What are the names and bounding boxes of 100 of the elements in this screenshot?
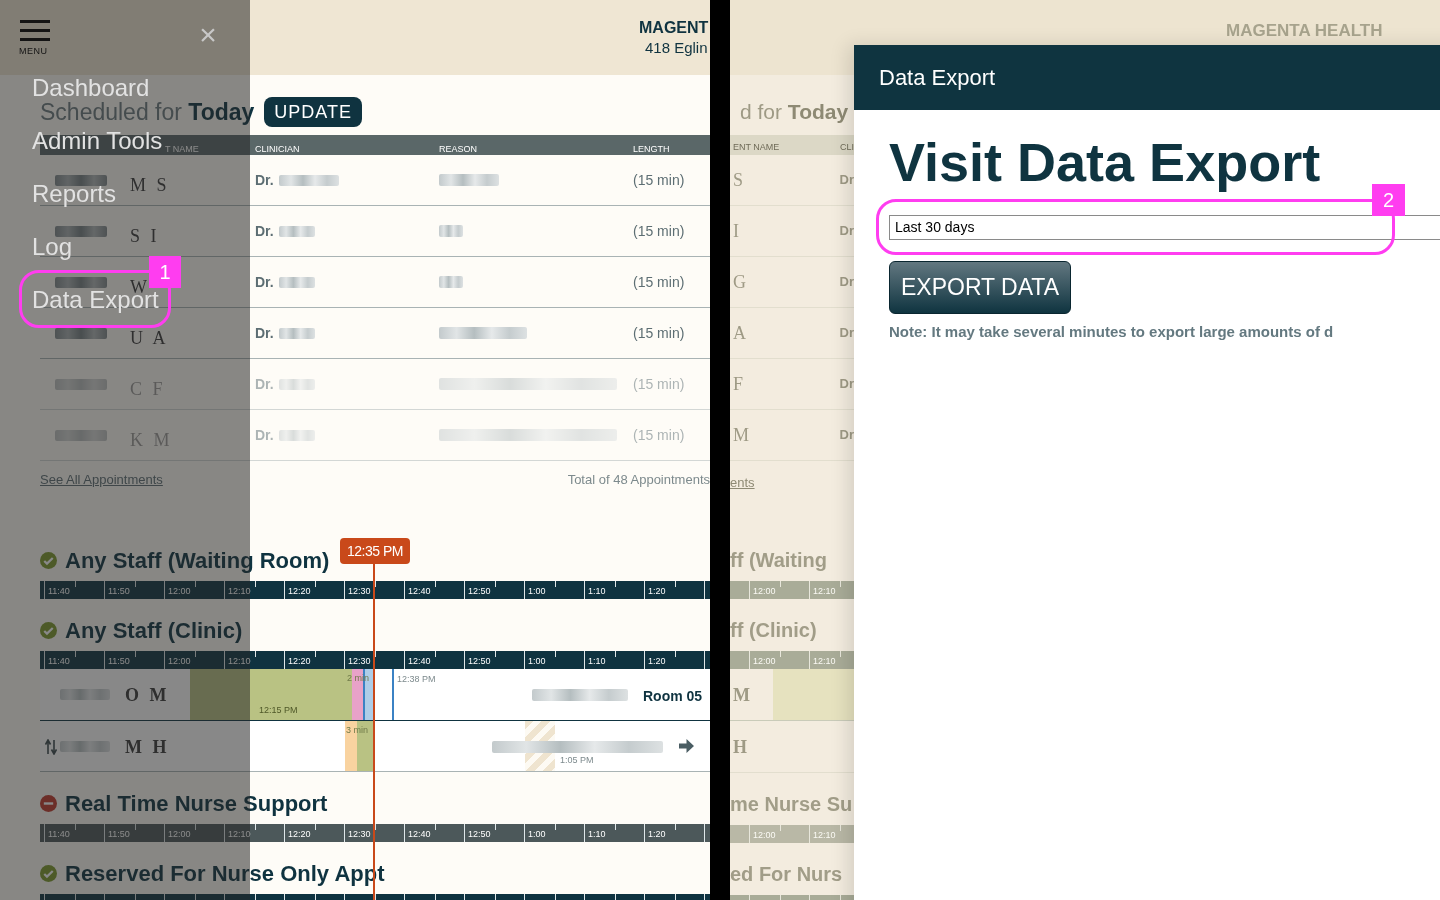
- step-badge: 2: [1372, 184, 1405, 216]
- arrow-right-icon[interactable]: [679, 739, 694, 753]
- clinician-name: Dr: [839, 171, 854, 190]
- clinic-name: MAGENT: [639, 18, 709, 38]
- patient-initials: S: [733, 169, 743, 190]
- clinician-name: Dr.: [255, 374, 274, 394]
- patient-initials: G: [733, 271, 746, 292]
- clinician-name: Dr.: [255, 323, 274, 343]
- time-tick: 1:00: [528, 586, 546, 596]
- blurred-text: [278, 225, 315, 237]
- blurred-text: [55, 174, 107, 186]
- time-tick: 11:40: [48, 656, 70, 666]
- menu-icon[interactable]: [20, 20, 50, 42]
- time-tick: 12:10: [228, 586, 251, 596]
- blurred-text: [55, 225, 107, 237]
- time-tick: 12:10: [228, 829, 251, 839]
- time-tick: 11:50: [108, 829, 130, 839]
- column-header: T NAME: [165, 144, 199, 154]
- close-button[interactable]: ×: [196, 18, 220, 52]
- blurred-text: [55, 276, 107, 288]
- appointment-length: (15 min): [633, 223, 685, 239]
- blurred-text: [60, 741, 110, 752]
- clinician-name: Dr.: [255, 272, 274, 292]
- export-note: Note: It may take several minutes to export large amounts of d: [889, 322, 1334, 342]
- patient-initials: U A: [130, 327, 169, 348]
- clinician-name: Dr: [839, 222, 854, 241]
- time-tick: 12:20: [288, 586, 311, 596]
- time-label: 1:05 PM: [560, 753, 594, 767]
- patient-initials: A: [733, 322, 746, 343]
- time-tick: 12:30: [348, 586, 371, 596]
- time-label: 12:38 PM: [397, 673, 436, 686]
- menu-item[interactable]: Dashboard: [32, 76, 150, 100]
- time-tick: 11:40: [48, 586, 70, 596]
- patient-initials: F: [733, 373, 743, 394]
- time-tick: 1:10: [588, 656, 606, 666]
- time-tick: 1:20: [648, 829, 666, 839]
- step-badge: 1: [149, 256, 181, 288]
- see-all-link[interactable]: ents: [730, 475, 755, 490]
- clinician-name: Dr.: [255, 425, 274, 445]
- time-label: 12:15 PM: [259, 703, 298, 717]
- clinic-name: MAGENTA HEALTH: [1226, 21, 1383, 40]
- time-tick: 1:10: [588, 829, 606, 839]
- time-tick: 12:00: [753, 586, 776, 596]
- time-tick: 11:40: [48, 829, 70, 839]
- time-tick: 12:50: [468, 586, 491, 596]
- blurred-text: [439, 276, 463, 288]
- time-tick: 11:50: [108, 586, 130, 596]
- time-tick: 12:40: [408, 829, 431, 839]
- menu-item[interactable]: Reports: [32, 182, 117, 206]
- blurred-text: [55, 327, 107, 339]
- time-tick: 11:50: [108, 656, 130, 666]
- time-tick: 1:20: [648, 586, 666, 596]
- clinician-name: Dr: [839, 273, 854, 292]
- menu-label: MENU: [19, 46, 48, 56]
- menu-item[interactable]: Admin Tools: [32, 129, 163, 153]
- patient-initials: M: [733, 684, 750, 707]
- patient-initials: H: [733, 736, 747, 759]
- time-tick: 12:40: [408, 656, 431, 666]
- clinician-name: Dr: [839, 324, 854, 343]
- section-title: d for Today: [740, 99, 849, 126]
- appointment-total: Total of 48 Appointments: [567, 471, 710, 489]
- column-header: CLINICIAN: [255, 144, 300, 154]
- time-tick: 12:40: [408, 586, 431, 596]
- patient-initials: M: [733, 424, 749, 445]
- dialog-title: Data Export: [879, 64, 996, 92]
- menu-item[interactable]: Log: [32, 235, 73, 259]
- time-tick: 12:50: [468, 656, 491, 666]
- blurred-text: [278, 174, 339, 186]
- patient-initials: I: [733, 220, 739, 241]
- patient-initials: S I: [130, 225, 160, 246]
- arrival-marker: [392, 669, 394, 720]
- see-all-link[interactable]: See All Appointments: [40, 470, 163, 490]
- time-tick: 12:30: [348, 656, 371, 666]
- time-tick: 1:10: [588, 586, 606, 596]
- time-tick: 12:00: [753, 830, 776, 840]
- section-title: me Nurse Su: [730, 792, 853, 817]
- blurred-text: [439, 225, 463, 237]
- export-button[interactable]: EXPORT DATA: [889, 261, 1071, 314]
- section-title: ff (Clinic): [730, 618, 817, 643]
- section-title: Real Time Nurse Support: [65, 789, 328, 818]
- section-title: ff (Waiting: [730, 548, 827, 573]
- time-tick: 12:10: [813, 656, 836, 666]
- time-tick: 12:50: [468, 829, 491, 839]
- time-tick: 12:00: [168, 586, 191, 596]
- time-tick: 12:00: [168, 656, 191, 666]
- appointment-length: (15 min): [633, 325, 685, 341]
- column-header: LENGTH: [633, 144, 670, 154]
- time-tick: 12:10: [813, 830, 836, 840]
- column-header: REASON: [439, 144, 477, 154]
- clinician-name: Dr: [839, 375, 854, 394]
- page-heading: Visit Data Export: [889, 131, 1321, 194]
- patient-initials: O M: [125, 684, 170, 707]
- clinician-name: Dr.: [255, 170, 274, 190]
- blurred-text: [60, 689, 110, 700]
- time-tick: 12:10: [228, 656, 251, 666]
- update-button[interactable]: UPDATE: [264, 97, 363, 127]
- date-range-select[interactable]: Last 30 days: [889, 215, 1440, 240]
- appointment-length: (15 min): [633, 427, 685, 443]
- time-tick: 12:10: [813, 586, 836, 596]
- blurred-text: [439, 174, 499, 186]
